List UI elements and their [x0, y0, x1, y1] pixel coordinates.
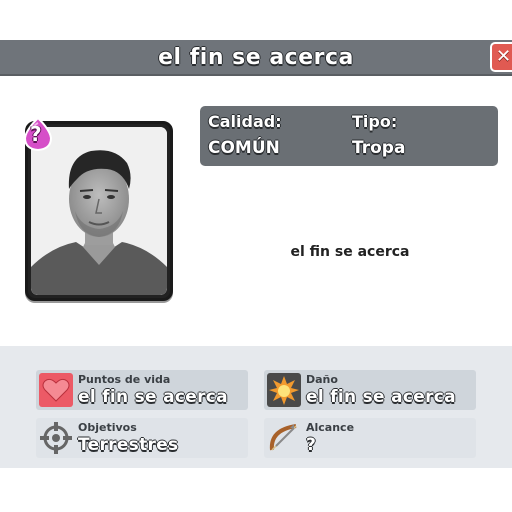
stat-damage: Daño el fin se acerca [264, 370, 476, 410]
targets-value: Terrestres [78, 435, 179, 455]
crosshair-icon [40, 422, 72, 454]
type-label: Tipo: [352, 112, 398, 131]
stat-targets: Objetivos Terrestres [36, 418, 248, 458]
card-info-screen: el fin se acerca ✕ ? Calidad: COMÚN Tipo… [0, 0, 512, 512]
stat-range: Alcance ? [264, 418, 476, 458]
portrait-image [31, 127, 167, 295]
bow-icon [269, 424, 297, 451]
close-icon: ✕ [496, 46, 512, 67]
hitpoints-label: Puntos de vida [78, 373, 171, 386]
stat-hitpoints: Puntos de vida el fin se acerca [36, 370, 248, 410]
title-bar: el fin se acerca [0, 40, 512, 76]
card-info-panel: Calidad: COMÚN Tipo: Tropa [200, 106, 498, 166]
close-button[interactable]: ✕ [490, 42, 512, 72]
heart-icon [39, 373, 73, 407]
card-description: el fin se acerca [290, 244, 410, 260]
portrait-photo [31, 127, 167, 295]
damage-label: Daño [306, 373, 338, 386]
card-title: el fin se acerca [158, 45, 354, 70]
targets-label: Objetivos [78, 421, 137, 434]
explosion-icon [267, 373, 301, 407]
range-value: ? [306, 435, 317, 455]
hitpoints-value: el fin se acerca [78, 387, 228, 407]
damage-value: el fin se acerca [306, 387, 456, 407]
elixir-cost: ? [30, 122, 42, 146]
quality-label: Calidad: [208, 112, 282, 131]
type-value: Tropa [352, 138, 406, 158]
quality-value: COMÚN [208, 138, 280, 158]
range-label: Alcance [306, 421, 355, 434]
